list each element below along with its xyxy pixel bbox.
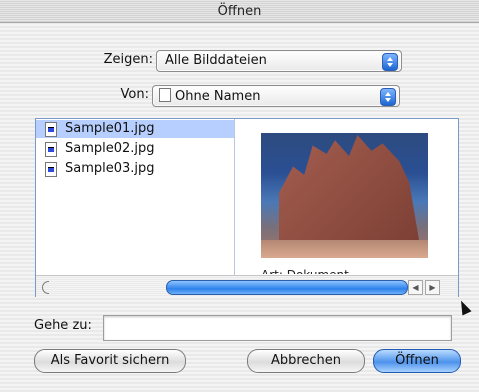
scroll-right-arrow-icon[interactable]: ▶ bbox=[425, 280, 440, 295]
title-bar[interactable]: Öffnen bbox=[0, 0, 479, 23]
add-favorite-button[interactable]: Als Favorit sichern bbox=[34, 349, 186, 373]
document-icon bbox=[159, 88, 171, 102]
preview-column: Art: Dokument bbox=[235, 119, 458, 275]
window-title: Öffnen bbox=[217, 4, 262, 19]
scroll-thumb[interactable] bbox=[166, 280, 408, 295]
from-popup-value: Ohne Namen bbox=[175, 89, 261, 104]
list-item[interactable]: Sample02.jpg bbox=[43, 140, 233, 158]
open-dialog: Öffnen Zeigen: Alle Bilddateien Von: Ohn… bbox=[0, 0, 479, 392]
file-name: Sample01.jpg bbox=[65, 121, 155, 136]
show-popup[interactable]: Alle Bilddateien bbox=[156, 50, 402, 72]
file-name: Sample03.jpg bbox=[65, 161, 155, 176]
file-list-column: Sample01.jpg Sample02.jpg Sample03.jpg bbox=[36, 119, 235, 275]
show-popup-value: Alle Bilddateien bbox=[165, 53, 267, 68]
from-label: Von: bbox=[120, 87, 149, 102]
file-browser: Sample01.jpg Sample02.jpg Sample03.jpg A… bbox=[35, 118, 459, 297]
goto-label: Gehe zu: bbox=[34, 318, 92, 333]
popup-arrows-icon bbox=[382, 53, 398, 71]
image-file-icon bbox=[45, 122, 57, 137]
image-file-icon bbox=[45, 142, 57, 157]
file-name: Sample02.jpg bbox=[65, 141, 155, 156]
horizontal-scrollbar[interactable]: ◀ ▶ bbox=[36, 275, 458, 297]
preview-image bbox=[261, 133, 428, 258]
scroll-track-end bbox=[42, 281, 49, 294]
mouse-pointer-icon bbox=[456, 298, 472, 316]
scroll-left-arrow-icon[interactable]: ◀ bbox=[408, 280, 423, 295]
from-popup[interactable]: Ohne Namen bbox=[152, 85, 400, 107]
popup-arrows-icon bbox=[380, 88, 396, 106]
list-item[interactable]: Sample01.jpg bbox=[36, 120, 234, 138]
open-button[interactable]: Öffnen bbox=[373, 349, 461, 373]
preview-kind-label: Art: Dokument bbox=[261, 268, 451, 274]
goto-input[interactable] bbox=[103, 315, 452, 341]
cancel-button[interactable]: Abbrechen bbox=[247, 349, 365, 373]
list-item[interactable]: Sample03.jpg bbox=[43, 160, 233, 178]
show-label: Zeigen: bbox=[103, 52, 153, 67]
image-file-icon bbox=[45, 162, 57, 177]
